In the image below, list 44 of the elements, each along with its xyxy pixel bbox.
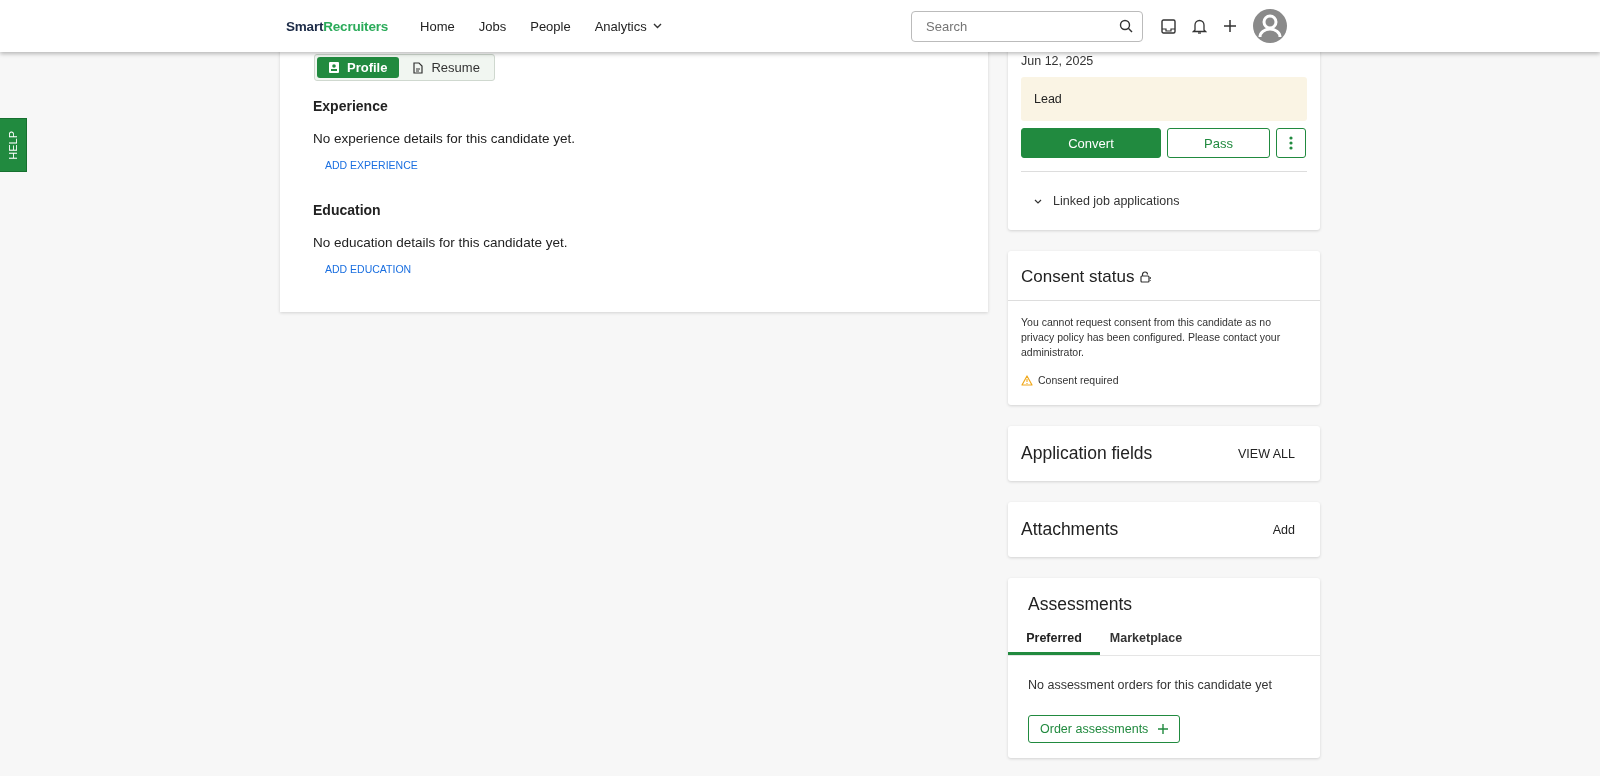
consent-message: You cannot request consent from this candidate as no privacy policy has been configured. Please contact your administrator. [1021, 315, 1282, 360]
warning-icon [1021, 375, 1033, 386]
empty-state-text: No education details for this candidate yet. [313, 235, 569, 250]
date-text: Jun 12, 2025 [1021, 54, 1095, 68]
add-link[interactable]: ADD EDUCATION [325, 263, 412, 275]
document-icon [413, 61, 424, 74]
section-heading: Education [313, 202, 382, 218]
bell-icon[interactable] [1192, 18, 1207, 34]
order-assessments-button[interactable]: Order assessments [1028, 715, 1181, 743]
empty-state-text: No assessment orders for this candidate yet [1027, 677, 1273, 694]
card-title: Consent status [1021, 267, 1135, 287]
nav-link[interactable]: Home [410, 12, 465, 40]
more-icon [1289, 136, 1293, 150]
tab[interactable]: Marketplace [1100, 625, 1192, 655]
avatar-icon[interactable] [1253, 9, 1287, 43]
nav-link[interactable]: Analytics [584, 12, 672, 40]
convert-button[interactable]: Convert [1021, 128, 1161, 158]
linked-applications-toggle[interactable]: Linked job applications [1021, 172, 1180, 214]
lock-icon [1140, 271, 1152, 283]
plus-icon [1158, 724, 1169, 734]
warning-text: Consent required [1038, 373, 1119, 388]
empty-state-text: No experience details for this candidate yet. [313, 131, 576, 146]
more-button[interactable] [1276, 128, 1306, 158]
status-banner: Lead [1021, 77, 1307, 121]
nav-link[interactable]: People [520, 12, 581, 40]
card-title: Application fields [1021, 443, 1153, 464]
pass-button[interactable]: Pass [1167, 128, 1270, 158]
view-toggle-option[interactable]: Resume [401, 57, 492, 78]
plus-icon[interactable] [1223, 19, 1237, 33]
section-heading: Experience [313, 98, 389, 114]
nav-link[interactable]: Jobs [468, 12, 517, 40]
search-field[interactable]: Search [911, 10, 1143, 42]
view-toggle-option[interactable]: Profile [317, 57, 400, 78]
card-title: Assessments [1027, 593, 1134, 616]
add-link[interactable]: ADD EXPERIENCE [325, 159, 418, 171]
id-card-icon [329, 62, 339, 73]
tab[interactable]: Preferred [1008, 625, 1100, 655]
view-all-link[interactable]: VIEW ALL [1238, 442, 1295, 465]
add-link[interactable]: Add [1272, 518, 1295, 541]
help-tab[interactable]: HELP [0, 118, 27, 172]
search-icon[interactable] [1119, 18, 1133, 33]
inbox-icon[interactable] [1161, 18, 1176, 34]
logo-text[interactable]: SmartRecruiters [286, 18, 389, 34]
card-title: Attachments [1021, 519, 1119, 540]
